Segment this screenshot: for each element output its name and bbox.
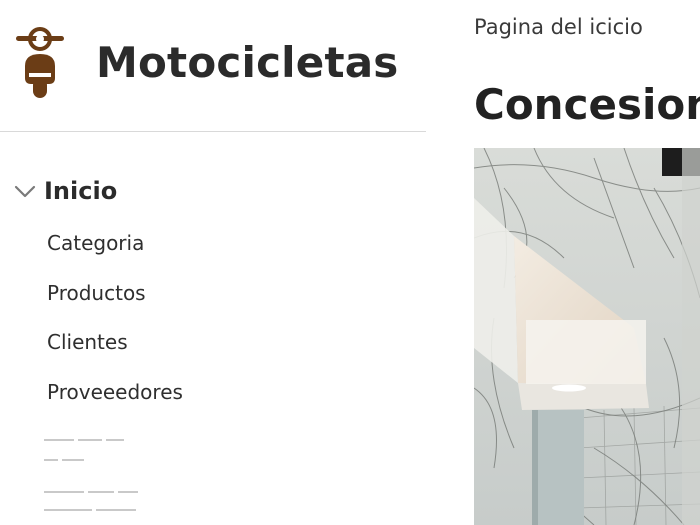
sidebar-item-productos[interactable]: Productos [47, 281, 146, 305]
chevron-down-icon [14, 185, 36, 198]
page-title: Concesion [474, 80, 700, 129]
nav-item-faded [44, 501, 140, 511]
showroom-image [474, 148, 700, 525]
sidebar: Motocicletas Inicio Categoria Productos … [0, 0, 426, 525]
nav-item-faded [44, 483, 142, 493]
nav-item-faded [44, 451, 88, 461]
scooter-icon [16, 27, 64, 98]
hero-photo [474, 148, 700, 525]
brand-header[interactable]: Motocicletas [0, 0, 426, 132]
nav-group-inicio[interactable]: Inicio [12, 171, 117, 211]
breadcrumb[interactable]: Pagina del icicio [474, 15, 643, 39]
nav-item-faded [44, 431, 128, 441]
brand-title: Motocicletas [96, 38, 399, 87]
main-content: Pagina del icicio Concesion [426, 0, 700, 525]
nav-group-label: Inicio [44, 177, 118, 205]
sidebar-item-proveedores[interactable]: Proveeedores [47, 380, 183, 404]
sidebar-item-categoria[interactable]: Categoria [47, 231, 144, 255]
sidebar-item-clientes[interactable]: Clientes [47, 330, 128, 354]
